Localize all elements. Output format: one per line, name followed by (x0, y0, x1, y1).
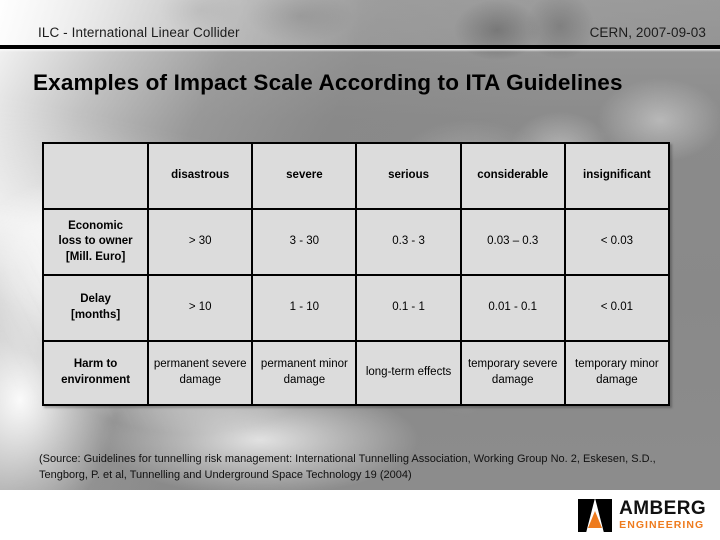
cell-harm-severe: permanent minor damage (251, 340, 358, 406)
amberg-logo-text: AMBERG ENGINEERING (619, 499, 706, 531)
table-row: Delay [months] > 10 1 - 10 0.1 - 1 0.01 -… (41, 274, 671, 342)
row-label-delay: Delay [months] (41, 274, 150, 342)
cell-economic-severe: 3 - 30 (251, 208, 358, 276)
cell-delay-insignificant: < 0.01 (563, 274, 671, 342)
table-header-row: disastrous severe serious considerable i… (41, 142, 671, 210)
cell-harm-serious: long-term effects (355, 340, 462, 406)
row-label-economic-loss: Economic loss to owner [Mill. Euro] (41, 208, 150, 276)
impact-scale-table-wrapper: disastrous severe serious considerable i… (41, 142, 671, 406)
table-header-cell-corner (41, 142, 150, 210)
amberg-logo-mark-icon (578, 498, 613, 532)
logo-orange-triangle-icon (588, 510, 603, 528)
table-header-cell-serious: serious (355, 142, 462, 210)
header-divider-highlight (0, 49, 720, 52)
cell-delay-considerable: 0.01 - 0.1 (459, 274, 566, 342)
cell-delay-disastrous: > 10 (147, 274, 254, 342)
cell-delay-severe: 1 - 10 (251, 274, 358, 342)
table-row: Harm to environment permanent severe dama… (41, 340, 671, 406)
cell-harm-considerable: temporary severe damage (459, 340, 566, 406)
header-right-label: CERN, 2007-09-03 (589, 25, 706, 40)
header-left-label: ILC - International Linear Collider (38, 25, 240, 40)
logo-company-subtitle: ENGINEERING (619, 519, 705, 532)
source-citation: (Source: Guidelines for tunnelling risk … (39, 453, 656, 481)
cell-economic-considerable: 0.03 – 0.3 (459, 208, 566, 276)
cell-delay-serious: 0.1 - 1 (355, 274, 462, 342)
cell-economic-serious: 0.3 - 3 (355, 208, 462, 276)
table-row: Economic loss to owner [Mill. Euro] > 30 3… (41, 208, 671, 276)
slide-canvas: ILC - International Linear Collider CERN… (0, 0, 720, 540)
table-header-cell-disastrous: disastrous (147, 142, 254, 210)
cell-economic-disastrous: > 30 (147, 208, 254, 276)
table-header-cell-severe: severe (251, 142, 358, 210)
cell-harm-insignificant: temporary minor damage (563, 340, 671, 406)
row-label-harm-environment: Harm to environment (41, 340, 150, 406)
logo-company-name: AMBERG (619, 498, 706, 520)
table-header-cell-considerable: considerable (459, 142, 566, 210)
table-header-cell-insignificant: insignificant (563, 142, 671, 210)
cell-economic-insignificant: < 0.03 (563, 208, 671, 276)
cell-harm-disastrous: permanent severe damage (147, 340, 254, 406)
page-title: Examples of Impact Scale According to IT… (33, 70, 623, 95)
amberg-logo: AMBERG ENGINEERING (578, 498, 706, 532)
impact-scale-table: disastrous severe serious considerable i… (41, 142, 671, 406)
